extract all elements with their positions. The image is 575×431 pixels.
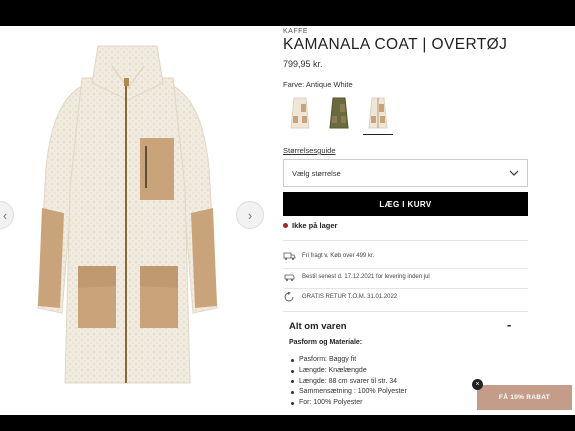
brand-name[interactable]: KAFFE [283,28,308,35]
divider [283,288,528,289]
color-swatches [285,94,393,135]
delivery-icon [284,274,295,281]
gallery-prev-button[interactable]: ‹ [0,201,14,229]
service-free-returns: GRATIS RETUR T.O.M. 31.01.2022 [283,292,397,302]
truck-icon [283,252,296,260]
stock-status: Ikke på lager [283,221,337,230]
service-text: GRATIS RETUR T.O.M. 31.01.2022 [302,294,398,300]
swatch-antique-white-patch[interactable] [363,94,393,135]
stock-status-dot [283,223,288,228]
divider [283,268,528,269]
product-title: KAMANALA COAT | OVERTØJ [283,36,508,53]
swatch-antique-white[interactable] [285,94,315,132]
divider [283,240,528,241]
stock-status-label: Ikke på lager [292,221,338,230]
coat-thumbnail-icon [368,97,388,129]
details-accordion-title[interactable]: Alt om varen [289,321,347,332]
divider [283,311,528,312]
chevron-down-icon [509,170,519,176]
list-item: For: 100% Polyester [291,398,407,409]
discount-button[interactable]: FÅ 10% RABAT [477,385,572,410]
coat-thumbnail-icon [290,97,310,129]
add-to-cart-button[interactable]: LÆG I KURV [283,192,528,216]
product-page: ‹ › KAFFE KAMANALA COAT | OVERTØJ 799,95… [0,26,575,415]
chevron-right-icon: › [247,207,253,223]
product-gallery: ‹ › [0,26,264,415]
list-item: Sammensætning : 100% Polyester [291,387,407,398]
return-icon [284,292,294,302]
coat-thumbnail-icon [329,97,349,129]
size-select[interactable]: Vælg størrelse [283,159,528,187]
service-delivery-deadline: Bestil senest d. 17.12.2021 for levering… [283,272,430,282]
list-item: Længde: Knælængde [291,366,407,377]
product-price: 799,95 kr. [283,59,323,69]
chevron-left-icon: ‹ [2,207,8,223]
collapse-icon[interactable]: - [507,317,511,332]
details-subhead: Pasform og Materiale: [289,339,363,346]
swatch-olive[interactable] [324,94,354,132]
close-icon[interactable]: × [472,379,483,390]
size-guide-link[interactable]: Størrelsesguide [283,146,336,155]
product-image [37,45,218,384]
details-list: Pasform: Baggy fit Længde: Knælængde Læn… [291,355,407,409]
gallery-next-button[interactable]: › [236,201,264,229]
service-text: Bestil senest d. 17.12.2021 for levering… [302,274,430,280]
service-text: Fri fragt v. Køb over 499 kr. [302,253,375,259]
list-item: Pasform: Baggy fit [291,355,407,366]
color-label: Farve: Antique White [283,80,353,89]
size-select-value: Vælg størrelse [292,168,341,178]
service-free-shipping: Fri fragt v. Køb over 499 kr. [283,251,374,261]
list-item: Længde: 88 cm svarer til str. 34 [291,377,407,388]
